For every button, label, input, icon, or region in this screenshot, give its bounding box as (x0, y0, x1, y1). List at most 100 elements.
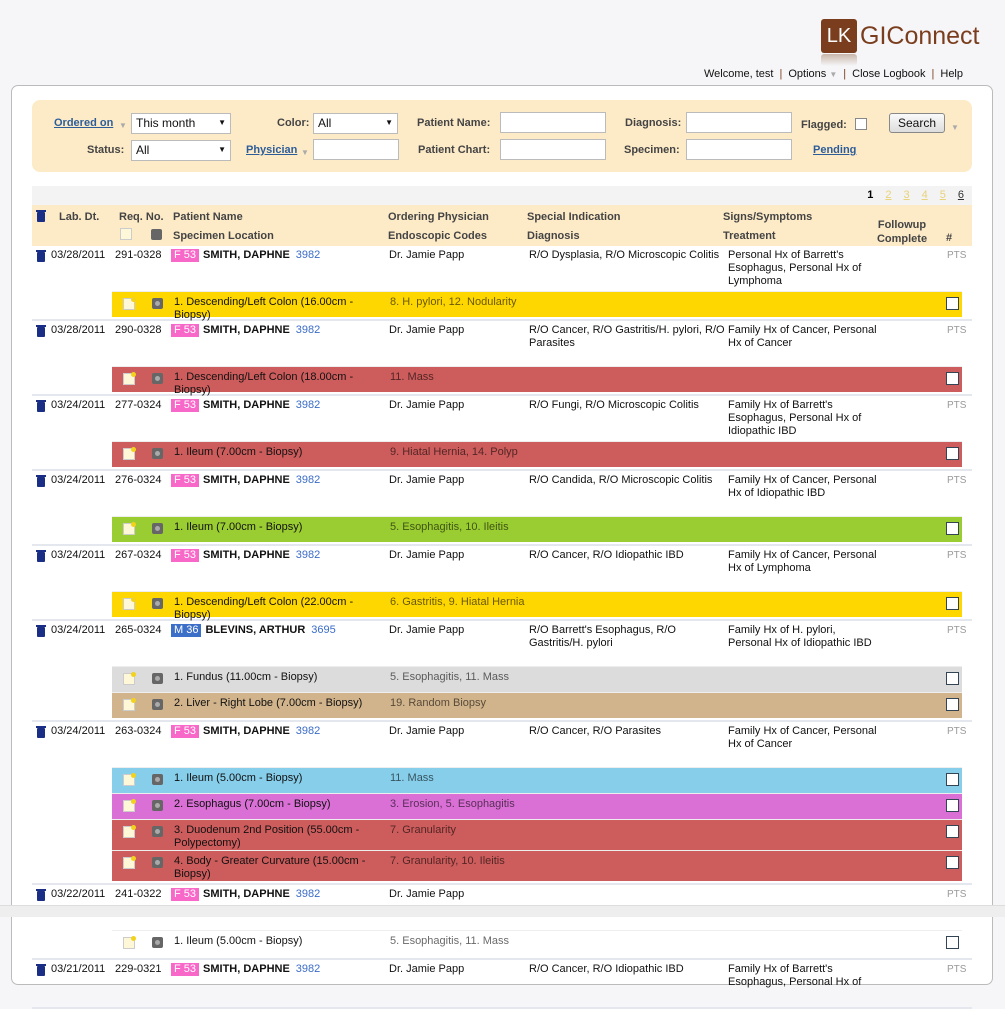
page-link-3[interactable]: 3 (904, 189, 910, 201)
search-button[interactable]: Search (889, 113, 945, 133)
diagnosis-input[interactable] (686, 112, 792, 133)
specimen-row[interactable]: 2. Esophagus (7.00cm - Biopsy) 3. Erosio… (112, 793, 962, 819)
specimen-row[interactable]: 1. Ileum (7.00cm - Biopsy) 5. Esophagiti… (112, 516, 962, 542)
followup-checkbox[interactable] (946, 297, 959, 310)
page-link-5[interactable]: 5 (940, 189, 946, 201)
record-main-row[interactable]: 03/28/2011 290-0328 F 53 SMITH, DAPHNE 398… (32, 321, 972, 366)
camera-icon[interactable] (152, 448, 163, 459)
specimen-row[interactable]: 1. Ileum (5.00cm - Biopsy) 11. Mass (112, 767, 962, 793)
patient-name[interactable]: SMITH, DAPHNE (203, 249, 290, 261)
options-menu[interactable]: Options ▼ (788, 68, 837, 80)
followup-checkbox[interactable] (946, 672, 959, 685)
trash-icon[interactable] (36, 624, 46, 637)
camera-icon[interactable] (152, 373, 163, 384)
record-main-row[interactable]: 03/24/2011 277-0324 F 53 SMITH, DAPHNE 398… (32, 396, 972, 441)
note-icon[interactable] (123, 799, 136, 812)
trash-icon[interactable] (36, 249, 46, 262)
chevron-down-icon[interactable]: ▼ (119, 121, 127, 130)
chevron-down-icon[interactable]: ▼ (301, 148, 309, 157)
patient-id-link[interactable]: 3982 (296, 324, 320, 336)
ordered-on-select[interactable]: This month (131, 113, 231, 134)
specimen-row[interactable]: 1. Descending/Left Colon (22.00cm - Biop… (112, 591, 962, 621)
header-special-indication[interactable]: Special Indication (527, 211, 621, 223)
close-logbook-link[interactable]: Close Logbook (852, 68, 925, 80)
trash-icon[interactable] (36, 888, 46, 901)
header-ordering-physician[interactable]: Ordering Physician (388, 211, 489, 223)
followup-checkbox[interactable] (946, 856, 959, 869)
page-link-2[interactable]: 2 (885, 189, 891, 201)
pts-label[interactable]: PTS (947, 725, 966, 738)
pts-label[interactable]: PTS (947, 624, 966, 637)
camera-icon[interactable] (152, 699, 163, 710)
specimen-row[interactable]: 1. Descending/Left Colon (16.00cm - Biop… (112, 291, 962, 321)
record-main-row[interactable]: 03/24/2011 276-0324 F 53 SMITH, DAPHNE 398… (32, 471, 972, 516)
camera-icon[interactable] (152, 800, 163, 811)
note-icon[interactable] (123, 672, 136, 685)
record-main-row[interactable]: 03/28/2011 291-0328 F 53 SMITH, DAPHNE 398… (32, 246, 972, 291)
trash-icon[interactable] (36, 209, 46, 222)
pts-label[interactable]: PTS (947, 249, 966, 262)
patient-name[interactable]: SMITH, DAPHNE (203, 474, 290, 486)
patient-id-link[interactable]: 3982 (296, 549, 320, 561)
header-lab-dt[interactable]: Lab. Dt. (59, 211, 99, 223)
note-icon[interactable] (123, 447, 136, 460)
help-link[interactable]: Help (940, 68, 963, 80)
record-main-row[interactable]: 03/24/2011 263-0324 F 53 SMITH, DAPHNE 398… (32, 722, 972, 767)
camera-icon[interactable] (152, 523, 163, 534)
camera-icon[interactable] (152, 857, 163, 868)
pts-label[interactable]: PTS (947, 399, 966, 412)
page-link-4[interactable]: 4 (922, 189, 928, 201)
header-req-no[interactable]: Req. No. (119, 211, 164, 223)
note-icon[interactable] (123, 773, 136, 786)
pending-link[interactable]: Pending (813, 144, 856, 156)
search-options-icon[interactable]: ▼ (951, 123, 959, 132)
note-icon[interactable] (123, 936, 136, 949)
patient-name-input[interactable] (500, 112, 606, 133)
patient-name[interactable]: SMITH, DAPHNE (203, 549, 290, 561)
pts-label[interactable]: PTS (947, 474, 966, 487)
camera-icon[interactable] (152, 826, 163, 837)
followup-checkbox[interactable] (946, 825, 959, 838)
specimen-input[interactable] (686, 139, 792, 160)
ordered-on-link[interactable]: Ordered on (54, 117, 113, 129)
pts-label[interactable]: PTS (947, 888, 966, 901)
followup-checkbox[interactable] (946, 597, 959, 610)
specimen-row[interactable]: 1. Fundus (11.00cm - Biopsy) 5. Esophagi… (112, 666, 962, 692)
note-icon[interactable] (123, 698, 136, 711)
note-icon[interactable] (123, 522, 136, 535)
pts-label[interactable]: PTS (947, 963, 966, 976)
camera-icon[interactable] (152, 298, 163, 309)
followup-checkbox[interactable] (946, 447, 959, 460)
specimen-row[interactable]: 1. Ileum (7.00cm - Biopsy) 9. Hiatal Her… (112, 441, 962, 467)
followup-checkbox[interactable] (946, 698, 959, 711)
note-icon[interactable] (123, 825, 136, 838)
patient-name[interactable]: SMITH, DAPHNE (203, 324, 290, 336)
patient-id-link[interactable]: 3982 (296, 399, 320, 411)
record-main-row[interactable]: 03/24/2011 267-0324 F 53 SMITH, DAPHNE 398… (32, 546, 972, 591)
header-patient-name[interactable]: Patient Name (173, 211, 243, 223)
trash-icon[interactable] (36, 474, 46, 487)
followup-checkbox[interactable] (946, 936, 959, 949)
followup-checkbox[interactable] (946, 773, 959, 786)
camera-icon[interactable] (152, 774, 163, 785)
trash-icon[interactable] (36, 549, 46, 562)
note-icon[interactable] (123, 597, 136, 610)
note-icon[interactable] (123, 297, 136, 310)
trash-icon[interactable] (36, 324, 46, 337)
note-icon[interactable] (123, 372, 136, 385)
patient-id-link[interactable]: 3982 (296, 474, 320, 486)
physician-link[interactable]: Physician (246, 144, 297, 156)
followup-checkbox[interactable] (946, 522, 959, 535)
patient-id-link[interactable]: 3695 (311, 624, 335, 636)
pts-label[interactable]: PTS (947, 324, 966, 337)
patient-chart-input[interactable] (500, 139, 606, 160)
patient-name[interactable]: SMITH, DAPHNE (203, 888, 290, 900)
patient-name[interactable]: BLEVINS, ARTHUR (205, 624, 305, 636)
pts-label[interactable]: PTS (947, 549, 966, 562)
followup-checkbox[interactable] (946, 799, 959, 812)
status-select[interactable]: All (131, 140, 231, 161)
patient-id-link[interactable]: 3982 (296, 725, 320, 737)
camera-icon[interactable] (152, 937, 163, 948)
patient-name[interactable]: SMITH, DAPHNE (203, 963, 290, 975)
specimen-row[interactable]: 3. Duodenum 2nd Position (55.00cm - Poly… (112, 819, 962, 850)
